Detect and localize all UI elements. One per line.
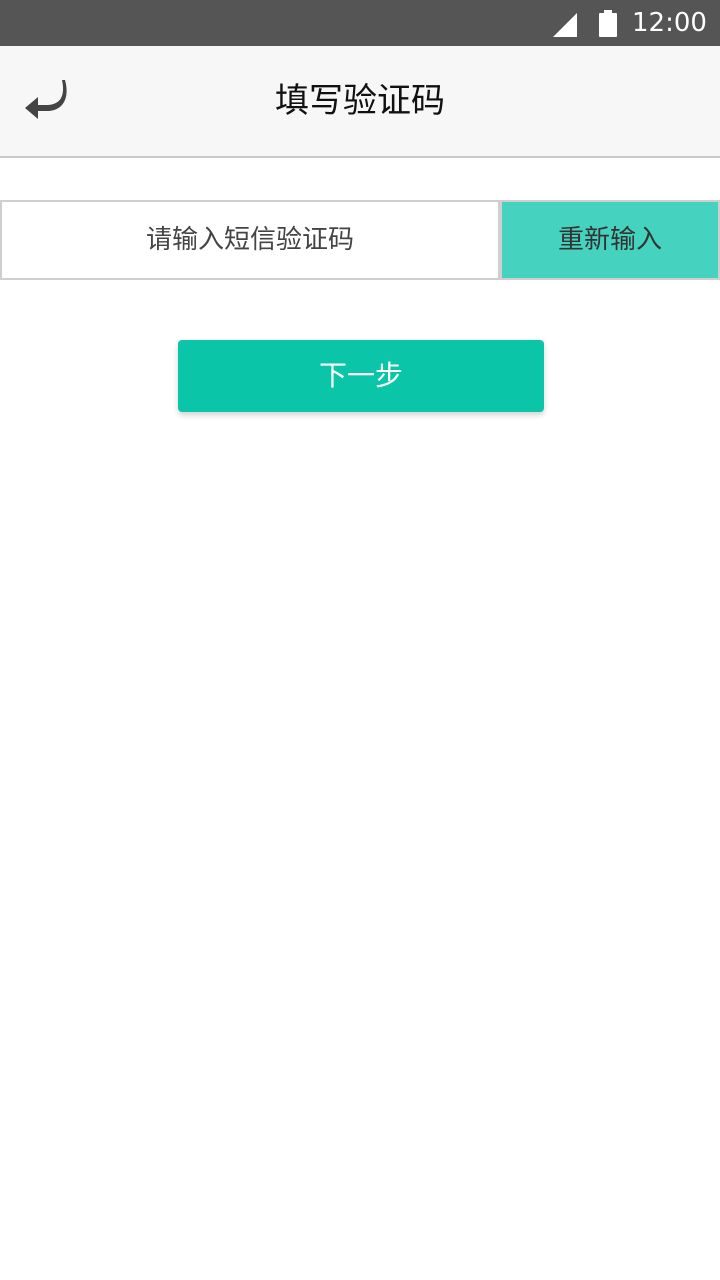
app-bar: 填写验证码 xyxy=(0,46,720,158)
status-bar: 12:00 xyxy=(0,0,720,46)
next-step-button[interactable]: 下一步 xyxy=(178,340,544,412)
verification-code-row: 重新输入 xyxy=(0,200,720,280)
page-title: 填写验证码 xyxy=(275,81,445,121)
sms-code-input[interactable] xyxy=(0,200,500,280)
back-arrow-icon xyxy=(25,80,67,119)
status-clock: 12:00 xyxy=(632,8,707,38)
back-button[interactable] xyxy=(18,74,74,124)
reenter-button[interactable]: 重新输入 xyxy=(500,200,720,280)
battery-icon xyxy=(599,10,617,37)
signal-icon xyxy=(553,13,577,37)
